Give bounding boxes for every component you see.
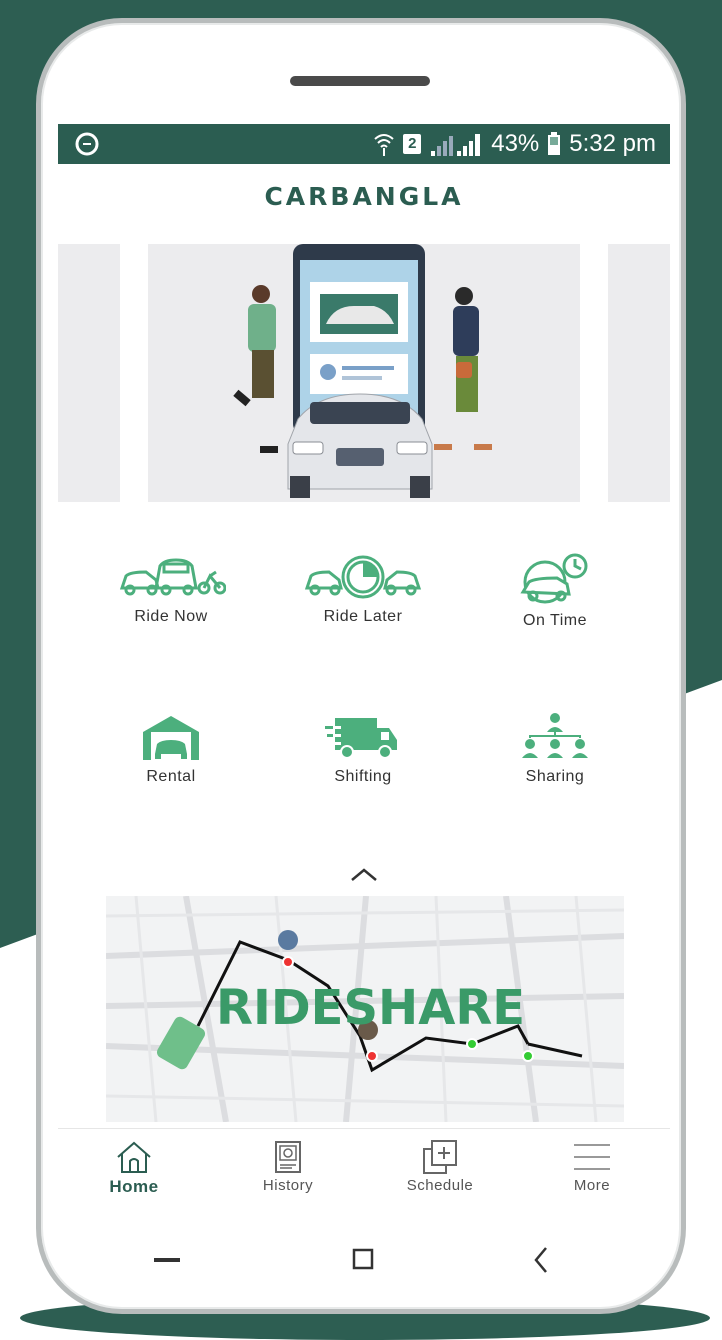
app-logo: CARBANGLA <box>264 182 464 211</box>
bottom-navigation: Home History Schedule More <box>58 1128 670 1214</box>
service-rental[interactable]: Rental <box>76 712 266 786</box>
service-shifting[interactable]: Shifting <box>268 712 458 786</box>
service-label: Ride Now <box>134 608 208 625</box>
home-system-button[interactable] <box>348 1230 378 1290</box>
nav-label: More <box>573 1177 611 1194</box>
clock: 5:32 pm <box>569 130 656 157</box>
rental-garage-icon <box>143 716 199 760</box>
service-on-time[interactable]: On Time <box>460 552 650 630</box>
service-ride-later[interactable]: Ride Later <box>268 552 458 626</box>
home-icon <box>117 1141 151 1173</box>
signal-icon <box>431 134 481 156</box>
service-label: Sharing <box>525 768 585 785</box>
service-label: Shifting <box>334 768 392 785</box>
nav-label: History <box>262 1177 314 1194</box>
battery-icon <box>548 132 561 155</box>
on-time-icon <box>520 553 588 604</box>
back-button[interactable] <box>526 1230 556 1290</box>
battery-percent: 43% <box>491 130 540 157</box>
nav-schedule[interactable]: Schedule <box>380 1139 500 1194</box>
nav-more[interactable]: More <box>532 1139 652 1194</box>
service-label: Ride Later <box>323 608 403 625</box>
phone-speaker <box>290 76 430 86</box>
sim-badge: 2 <box>403 134 422 154</box>
rideshare-title: RIDESHARE <box>216 980 526 1036</box>
wifi-icon <box>374 134 394 156</box>
banner-next-peek[interactable] <box>608 244 670 502</box>
app-screen: 2 43% 5:32 pm CARBANGLA Ride Now Ride La… <box>58 124 670 1214</box>
service-label: On Time <box>523 612 587 629</box>
promo-banner[interactable] <box>148 244 580 502</box>
service-sharing[interactable]: Sharing <box>460 712 650 786</box>
menu-icon <box>574 1144 610 1170</box>
shifting-truck-icon <box>323 718 397 759</box>
nav-history[interactable]: History <box>228 1139 348 1194</box>
ride-later-icon <box>304 555 422 599</box>
service-label: Rental <box>146 768 196 785</box>
recent-apps-button[interactable] <box>150 1230 184 1290</box>
nav-label: Home <box>109 1177 159 1196</box>
sharing-network-icon <box>522 713 588 758</box>
sync-icon <box>75 132 99 156</box>
history-icon <box>275 1141 301 1173</box>
banner-illustration <box>233 244 492 498</box>
service-ride-now[interactable]: Ride Now <box>76 552 266 626</box>
banner-prev-peek[interactable] <box>58 244 120 502</box>
ride-now-icon <box>119 558 226 596</box>
nav-home[interactable]: Home <box>74 1139 194 1197</box>
nav-label: Schedule <box>406 1177 474 1194</box>
chevron-up-icon[interactable] <box>348 864 380 884</box>
schedule-icon <box>423 1140 457 1174</box>
status-bar: 2 43% 5:32 pm <box>58 124 670 164</box>
rideshare-promo[interactable]: RIDESHARE <box>106 896 624 1122</box>
